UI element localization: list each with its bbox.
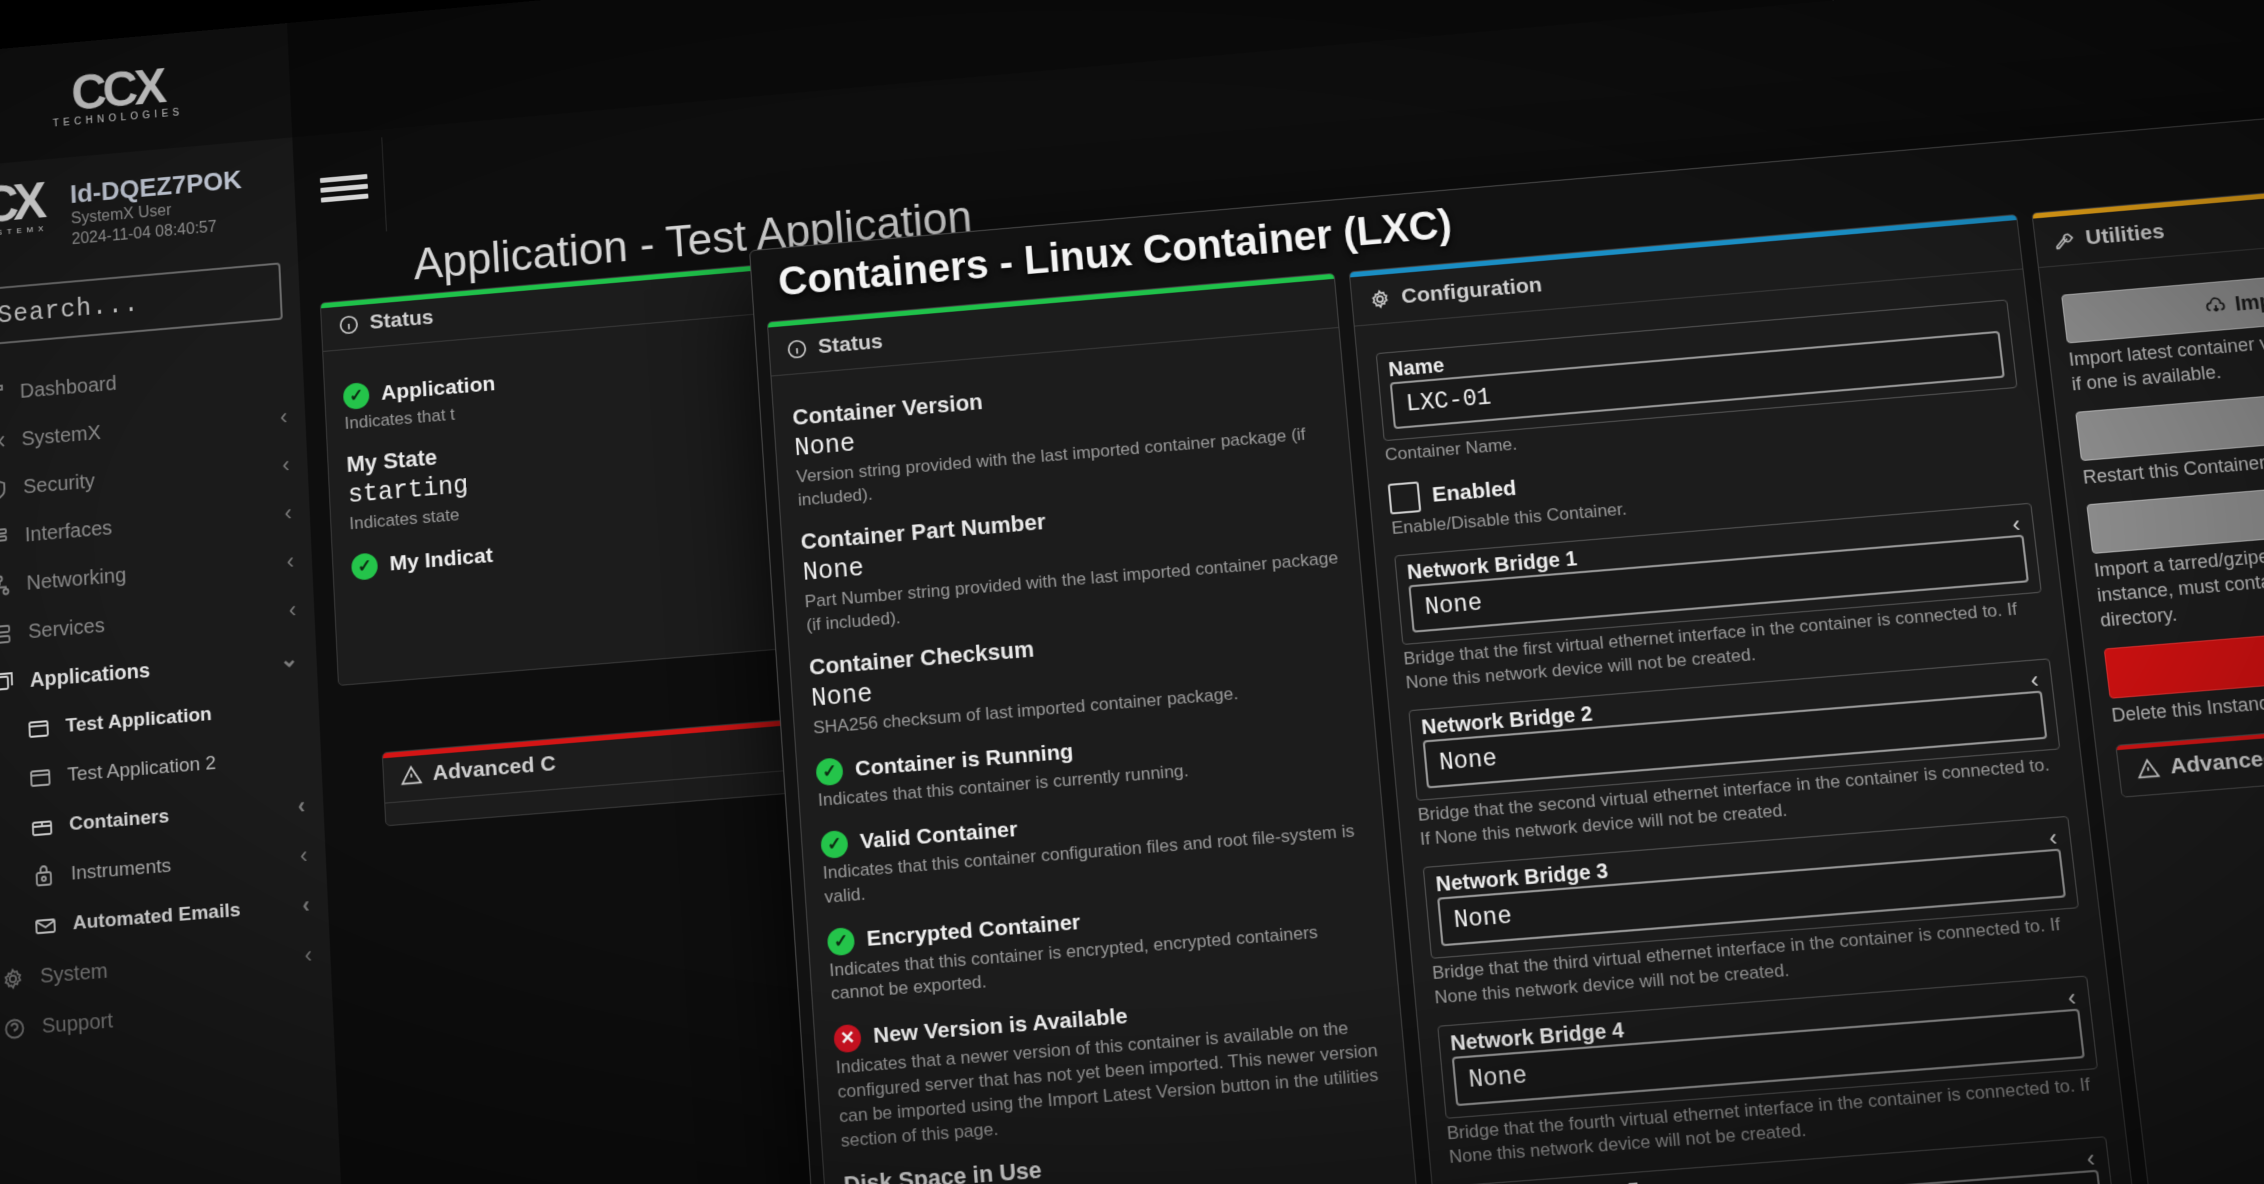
chevron-icon[interactable]: ‹ [299, 842, 308, 869]
gear-icon [1372, 289, 1388, 309]
chevron-icon[interactable]: ‹ [279, 404, 287, 431]
envelope-icon-wrap [32, 912, 59, 941]
sidebar-item-label: Instruments [70, 855, 172, 885]
sidebar-item-label: Applications [29, 659, 151, 692]
network-icon [0, 573, 12, 599]
status-dot-green: ✓ [826, 926, 856, 956]
sidebar-item-label: Containers [68, 805, 170, 836]
app-window-icon [30, 769, 51, 787]
background-advanced-header: Advanced C [382, 718, 813, 804]
configuration-panel-header-label: Configuration [1400, 273, 1544, 309]
sidebar-item-label: Test Application 2 [67, 752, 217, 787]
sidebar-item-label: Security [22, 469, 96, 498]
app-window-icon [26, 716, 51, 742]
hamburger-bar [320, 193, 369, 203]
interfaces-icon-wrap [0, 524, 11, 552]
shield-icon-wrap [0, 476, 10, 504]
chevron-icon[interactable]: ‹ [304, 942, 313, 970]
enabled-label: Enabled [1431, 476, 1518, 507]
gear-icon [0, 965, 25, 992]
gear-icon-wrap [0, 964, 26, 993]
services-icon [0, 621, 14, 647]
interfaces-icon [0, 525, 10, 551]
sidebar-item-label: Services [27, 614, 106, 643]
background-advanced-card[interactable]: Advanced C [381, 717, 816, 827]
container-modal: Containers - Linux Container (LXC) ⌄ Sta… [749, 75, 2264, 1184]
status-dot-green: ✓ [350, 552, 379, 581]
shield-icon [0, 477, 9, 503]
configuration-panel-body: Name LXC-01 Container Name. Enabled Enable/D… [1355, 269, 2155, 1184]
applications-icon-wrap [0, 669, 16, 698]
systemx-logo: CX SYSTEMX [0, 173, 61, 266]
hamburger-bar [319, 173, 368, 183]
main-content: Application - Test Application Status ✓ … [292, 0, 2264, 1184]
status-dot-green: ✓ [815, 756, 844, 786]
grid-icon [0, 381, 6, 407]
ccx-logo: CCX TECHNOLOGIES [51, 59, 184, 130]
chevron-icon[interactable]: ‹ [284, 500, 293, 527]
info-icon [337, 313, 360, 337]
application-window: 18 11 1 [0, 0, 2264, 1184]
configuration-panel: Configuration Name LXC-01 Container Name. E… [1348, 213, 2167, 1184]
support-icon [2, 1015, 27, 1042]
services-icon-wrap [0, 620, 15, 648]
sidebar-item-label: Dashboard [19, 372, 117, 403]
status-dot-red: ✕ [833, 1024, 862, 1054]
systemx-icon [0, 429, 7, 455]
utility-button-import-latest-version[interactable]: Import Latest Version [2061, 260, 2264, 344]
warning-icon [2135, 757, 2161, 782]
container-icon [30, 814, 55, 841]
info-icon [785, 337, 809, 361]
status-panel-body: Container Version None Version string prov… [771, 328, 1439, 1184]
app-window-icon-wrap [25, 715, 52, 744]
sidebar-item-label: System [39, 959, 109, 988]
background-status-header-label: Status [369, 305, 435, 334]
hamburger-bar [320, 183, 368, 193]
container-icon-wrap [29, 813, 56, 842]
utility-button-label: Import Latest Version [2233, 275, 2264, 316]
app-window-icon-wrap [27, 764, 54, 793]
search-placeholder: Search... [0, 289, 140, 330]
chevron-icon[interactable]: ‹ [282, 452, 290, 479]
background-indicator-2-label: My Indicat [389, 543, 494, 576]
enabled-checkbox[interactable] [1387, 481, 1422, 515]
chevron-icon[interactable]: ⌄ [279, 645, 299, 673]
status-panel-header-label: Status [817, 329, 884, 359]
warning-icon [400, 763, 423, 787]
wrench-icon [2051, 228, 2076, 252]
sidebar-item-label: Support [41, 1009, 114, 1038]
sidebar-nav: Dashboard SystemX ‹ Security ‹ Interfaces ‹ Net… [0, 344, 334, 1057]
background-advanced-label: Advanced C [431, 751, 557, 786]
chevron-icon[interactable]: ‹ [288, 597, 297, 624]
hamburger-menu-icon[interactable] [302, 137, 387, 239]
sidebar-item-label: Networking [26, 563, 127, 595]
sidebar-item-label: Interfaces [24, 516, 113, 547]
network-icon-wrap [0, 572, 13, 600]
chevron-icon[interactable]: ‹ [286, 548, 295, 575]
utilities-panel-header-label: Utilities [2084, 219, 2166, 250]
grid-icon-wrap [0, 380, 7, 408]
cloud-download-icon [2202, 294, 2228, 318]
chevron-icon[interactable]: ‹ [297, 793, 306, 820]
sidebar-item-label: Test Application [65, 703, 213, 738]
status-dot-green: ✓ [342, 381, 370, 411]
screenshot-stage: 18 11 1 [0, 0, 2264, 1184]
envelope-icon [33, 913, 58, 940]
status-panel: Status Container Version None Version stri… [766, 272, 1448, 1184]
modal-body: Status Container Version None Version stri… [766, 150, 2264, 1184]
instrument-icon-wrap [30, 862, 57, 891]
sidebar-item-label: SystemX [21, 421, 102, 451]
status-dot-green: ✓ [820, 829, 849, 859]
systemx-icon-wrap [0, 428, 8, 456]
support-icon-wrap [1, 1014, 28, 1043]
sidebar-item-label: Automated Emails [72, 899, 241, 935]
search-input[interactable]: Search... [0, 262, 283, 346]
instrument-icon [31, 863, 56, 890]
chevron-icon[interactable]: ‹ [302, 892, 311, 920]
applications-icon [0, 670, 15, 696]
